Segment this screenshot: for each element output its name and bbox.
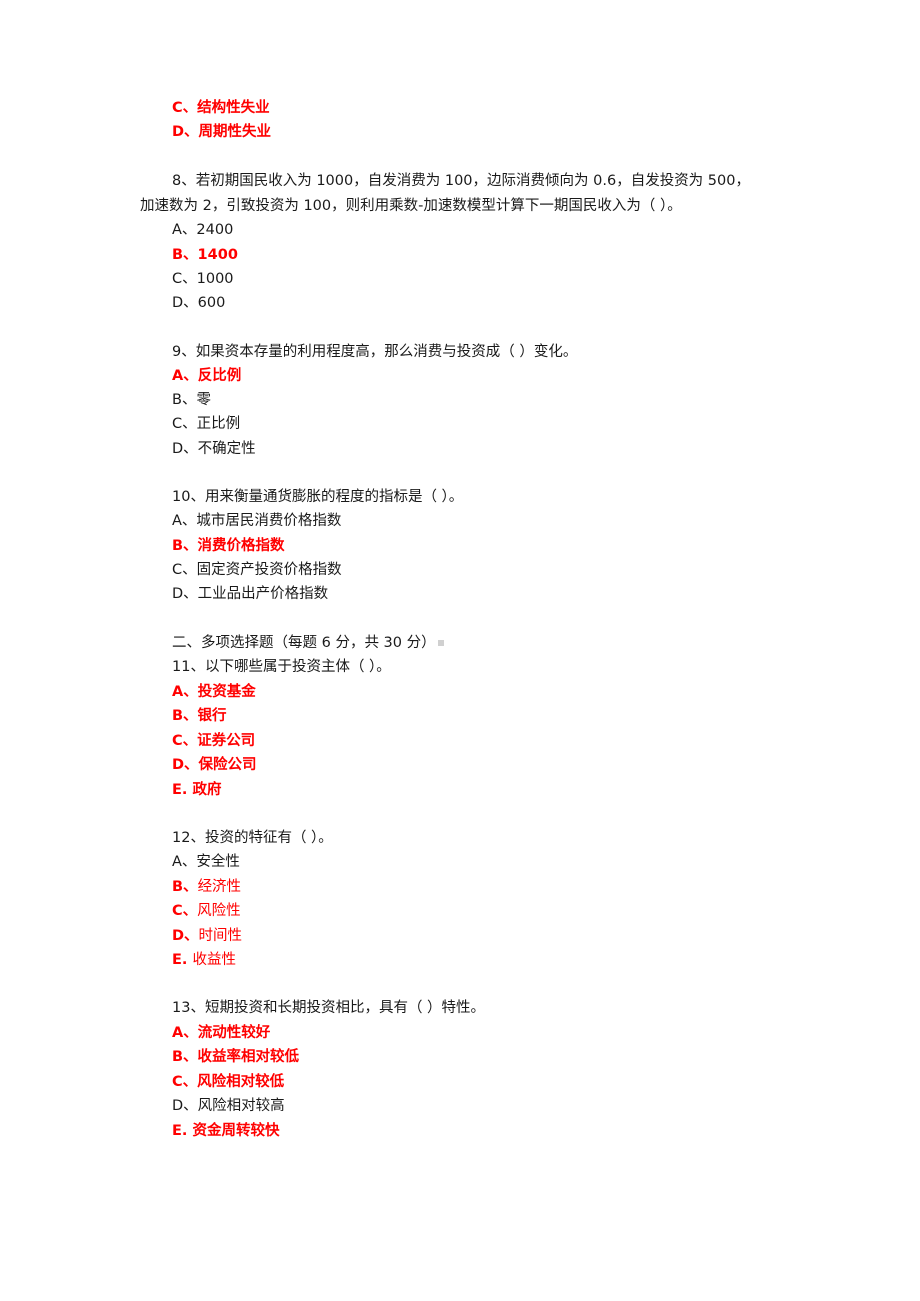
- section-heading: 二、多项选择题（每题 6 分，共 30 分）: [172, 633, 444, 653]
- option: A、安全性: [172, 852, 240, 872]
- document-page: C、结构性失业 D、周期性失业 8、若初期国民收入为 1000，自发消费为 10…: [0, 0, 920, 1301]
- question-9: 9、如果资本存量的利用程度高，那么消费与投资成（ ）变化。: [172, 344, 578, 360]
- option-correct: B、经济性: [172, 877, 241, 897]
- option: C、正比例: [172, 416, 241, 432]
- option-correct: B、银行: [172, 708, 227, 724]
- option-letter: A、: [172, 854, 197, 870]
- option-correct: B、消费价格指数: [172, 538, 285, 554]
- option-text: 时间性: [198, 928, 243, 944]
- option-correct: C、证券公司: [172, 733, 256, 749]
- question-10: 10、用来衡量通货膨胀的程度的指标是（ ）。: [172, 489, 464, 505]
- option-correct: E. 资金周转较快: [172, 1123, 280, 1139]
- section-heading-text: 二、多项选择题（每题 6 分，共 30 分）: [172, 635, 436, 651]
- option-correct: D、时间性: [172, 926, 242, 946]
- paragraph-mark-icon: [437, 640, 444, 646]
- option-letter: C、: [172, 903, 198, 919]
- option: C、1000: [172, 271, 234, 287]
- option-correct: B、1400: [172, 247, 238, 263]
- option-letter: E.: [172, 952, 193, 968]
- option-correct: D、保险公司: [172, 757, 257, 773]
- option-letter: D、: [172, 928, 199, 944]
- option-correct: E. 政府: [172, 782, 222, 798]
- option: A、2400: [172, 222, 234, 238]
- question-12: 12、投资的特征有（ ）。: [172, 830, 333, 846]
- question-11: 11、以下哪些属于投资主体（ ）。: [172, 659, 391, 675]
- option-correct: A、反比例: [172, 368, 242, 384]
- option-correct: C、风险性: [172, 901, 241, 921]
- option: D、不确定性: [172, 441, 256, 457]
- option: B、零: [172, 392, 211, 408]
- option-correct: E. 收益性: [172, 950, 236, 970]
- option-correct: B、收益率相对较低: [172, 1049, 300, 1065]
- option: D、风险相对较高: [172, 1098, 285, 1114]
- option-text: 收益性: [192, 952, 236, 968]
- option-correct: C、风险相对较低: [172, 1074, 285, 1090]
- option-text: 安全性: [196, 854, 240, 870]
- option-text: 风险性: [197, 903, 241, 919]
- question-8-line-1: 8、若初期国民收入为 1000，自发消费为 100，边际消费倾向为 0.6，自发…: [172, 173, 750, 189]
- question-8-line-2: 加速数为 2，引致投资为 100，则利用乘数-加速数模型计算下一期国民收入为（ …: [140, 198, 682, 214]
- option: C、固定资产投资价格指数: [172, 562, 342, 578]
- option-correct: A、流动性较好: [172, 1025, 271, 1041]
- option-text: 经济性: [197, 879, 242, 895]
- option-correct: A、投资基金: [172, 684, 256, 700]
- option-letter: B、: [172, 879, 198, 895]
- option-correct: D、周期性失业: [172, 124, 272, 140]
- option: D、工业品出产价格指数: [172, 586, 329, 602]
- question-13: 13、短期投资和长期投资相比，具有（ ）特性。: [172, 1000, 486, 1016]
- option: A、城市居民消费价格指数: [172, 513, 342, 529]
- option: D、600: [172, 295, 226, 311]
- option-correct: C、结构性失业: [172, 100, 270, 116]
